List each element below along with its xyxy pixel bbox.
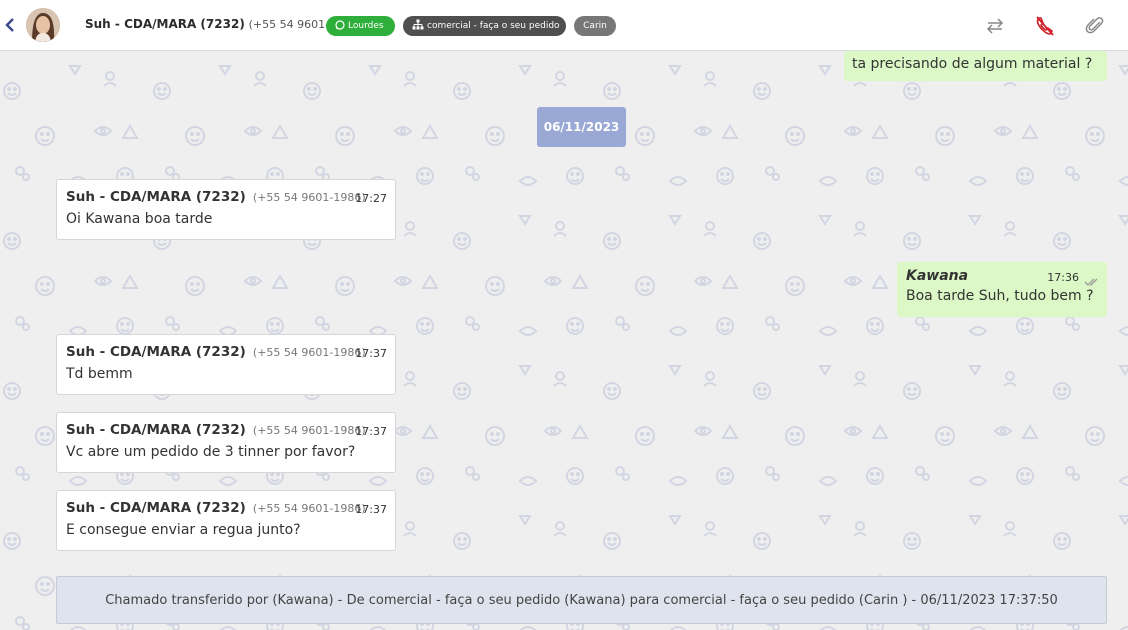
attach-icon[interactable] bbox=[1083, 14, 1107, 38]
message-time: 17:37 bbox=[355, 503, 387, 516]
message-phone: (+55 54 9601-1986) bbox=[252, 346, 366, 359]
message-sender: Suh - CDA/MARA (7232) bbox=[66, 500, 246, 516]
message-header: Suh - CDA/MARA (7232) (+55 54 9601-1986)… bbox=[66, 344, 387, 362]
message-out[interactable]: Kawana 17:36 Boa tarde Suh, tudo bem ? bbox=[897, 262, 1107, 317]
transfer-notice: Chamado transferido por (Kawana) - De co… bbox=[56, 576, 1107, 624]
message-in[interactable]: Suh - CDA/MARA (7232) (+55 54 9601-1986)… bbox=[56, 334, 396, 395]
message-time: 17:36 bbox=[1047, 271, 1079, 284]
contact-name-text: Suh - CDA/MARA (7232) bbox=[85, 17, 245, 31]
message-text: ta precisando de algum material ? bbox=[852, 56, 1093, 72]
back-chevron-icon[interactable] bbox=[3, 15, 17, 35]
message-header: Suh - CDA/MARA (7232) (+55 54 9601-1986)… bbox=[66, 422, 387, 440]
message-sender: Suh - CDA/MARA (7232) bbox=[66, 344, 246, 360]
tag-department[interactable]: comercial - faça o seu pedido bbox=[403, 16, 566, 36]
contact-name[interactable]: Suh - CDA/MARA (7232) (+55 54 9601-1986) bbox=[85, 17, 361, 31]
tag-label: Carin bbox=[583, 21, 607, 31]
chat-header: Suh - CDA/MARA (7232) (+55 54 9601-1986)… bbox=[0, 0, 1128, 51]
message-text: Boa tarde Suh, tudo bem ? bbox=[906, 288, 1094, 304]
message-out-partial[interactable]: ta precisando de algum material ? bbox=[844, 51, 1107, 81]
message-time: 17:37 bbox=[355, 425, 387, 438]
tag-carin[interactable]: Carin bbox=[574, 16, 616, 36]
avatar[interactable] bbox=[26, 8, 60, 42]
message-time: 17:27 bbox=[355, 192, 387, 205]
message-header: Suh - CDA/MARA (7232) (+55 54 9601-1986)… bbox=[66, 500, 387, 518]
chat-area[interactable]: ta precisando de algum material ? 06/11/… bbox=[0, 51, 1128, 630]
message-text: Vc abre um pedido de 3 tinner por favor? bbox=[66, 444, 356, 460]
double-check-icon bbox=[1084, 272, 1100, 291]
message-phone: (+55 54 9601-1986) bbox=[252, 424, 366, 437]
message-time: 17:37 bbox=[355, 347, 387, 360]
date-separator: 06/11/2023 bbox=[537, 107, 626, 147]
message-in[interactable]: Suh - CDA/MARA (7232) (+55 54 9601-1986)… bbox=[56, 412, 396, 473]
message-in[interactable]: Suh - CDA/MARA (7232) (+55 54 9601-1986)… bbox=[56, 179, 396, 240]
whatsapp-icon bbox=[335, 20, 345, 30]
tag-label: comercial - faça o seu pedido bbox=[427, 21, 560, 31]
message-in[interactable]: Suh - CDA/MARA (7232) (+55 54 9601-1986)… bbox=[56, 490, 396, 551]
sitemap-icon bbox=[412, 19, 424, 30]
message-text: E consegue enviar a regua junto? bbox=[66, 522, 301, 538]
tag-label: Lourdes bbox=[348, 21, 384, 31]
message-sender: Suh - CDA/MARA (7232) bbox=[66, 422, 246, 438]
message-phone: (+55 54 9601-1986) bbox=[252, 502, 366, 515]
message-text: Td bemm bbox=[66, 366, 133, 382]
transfer-icon[interactable] bbox=[983, 14, 1007, 38]
end-call-icon[interactable] bbox=[1033, 14, 1057, 38]
message-text: Oi Kawana boa tarde bbox=[66, 211, 213, 227]
message-header: Suh - CDA/MARA (7232) (+55 54 9601-1986)… bbox=[66, 189, 387, 207]
message-sender: Suh - CDA/MARA (7232) bbox=[66, 189, 246, 205]
message-phone: (+55 54 9601-1986) bbox=[252, 191, 366, 204]
tag-lourdes[interactable]: Lourdes bbox=[326, 16, 395, 36]
